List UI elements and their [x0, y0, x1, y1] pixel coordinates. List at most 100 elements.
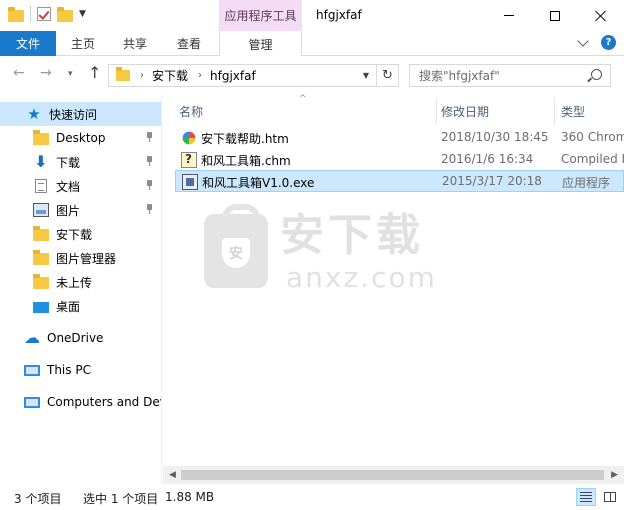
large-icons-view-icon: [604, 492, 616, 502]
maximize-button[interactable]: [532, 0, 578, 31]
column-header-type[interactable]: 类型: [561, 98, 585, 124]
back-arrow-icon[interactable]: ←: [13, 66, 25, 80]
breadcrumb-item[interactable]: hfgjxfaf: [210, 69, 256, 83]
breadcrumb-chevron-icon[interactable]: ›: [140, 70, 144, 81]
pin-icon[interactable]: [146, 132, 154, 142]
nav-item-label: This PC: [47, 363, 91, 377]
file-name: 和风工具箱.chm: [201, 154, 291, 168]
up-arrow-icon[interactable]: ↑: [88, 65, 101, 81]
tab-home[interactable]: 主页: [58, 31, 108, 56]
file-type: 应用程序: [562, 176, 611, 190]
refresh-icon[interactable]: ↻: [376, 65, 398, 86]
folder-icon: [116, 67, 130, 81]
tab-view[interactable]: 查看: [164, 31, 214, 56]
nav-item-desktop-cn[interactable]: 桌面: [0, 294, 161, 318]
details-view-button[interactable]: [576, 488, 596, 506]
folder-icon: [33, 226, 49, 241]
tab-manage[interactable]: 管理: [219, 31, 302, 57]
folder-icon[interactable]: [8, 6, 24, 22]
cloud-icon: ☁: [24, 328, 40, 347]
nav-item-picture-manager[interactable]: 图片管理器: [0, 246, 161, 270]
nav-network[interactable]: Computers and Dev: [0, 390, 162, 414]
toolbar-separator: [30, 6, 31, 22]
large-icons-view-button[interactable]: [600, 488, 620, 506]
tab-share[interactable]: 共享: [110, 31, 160, 56]
nav-quick-access[interactable]: ★ 快速访问: [0, 102, 161, 126]
column-divider[interactable]: [554, 98, 555, 124]
breadcrumb-item[interactable]: 安下载: [152, 67, 188, 84]
expand-ribbon-chevron-icon[interactable]: [577, 35, 589, 47]
navigation-pane: ★ 快速访问 Desktop ⬇ 下载 文档 图片 安下载 图片管理器 未上传 …: [0, 94, 162, 484]
file-list: ^ 名称 修改日期 类型 安下载帮助.htm 2018/10/30 18:45 …: [163, 94, 624, 484]
horizontal-scrollbar[interactable]: ◀ ▶: [163, 466, 624, 484]
nav-this-pc[interactable]: This PC: [0, 358, 161, 382]
nav-item-downloads[interactable]: ⬇ 下载: [0, 150, 161, 174]
address-bar[interactable]: › 安下载 › hfgjxfaf ▼ ↻: [108, 64, 399, 87]
scrollbar-thumb[interactable]: [181, 470, 604, 480]
minimize-button[interactable]: [486, 0, 532, 31]
item-count: 3 个项目: [14, 492, 62, 506]
details-view-icon: [580, 492, 592, 502]
close-icon: [595, 10, 607, 22]
nav-item-not-uploaded[interactable]: 未上传: [0, 270, 161, 294]
forward-arrow-icon[interactable]: →: [40, 66, 52, 80]
file-row[interactable]: 和风工具箱.chm 2016/1/6 16:34 Compiled I: [175, 149, 624, 171]
nav-item-label: 桌面: [56, 299, 81, 314]
nav-item-desktop[interactable]: Desktop: [0, 126, 161, 150]
sort-ascending-icon: ^: [299, 94, 307, 104]
quick-access-toolbar: ▼: [8, 6, 86, 22]
computer-icon: [24, 364, 40, 376]
download-icon: ⬇: [34, 152, 48, 171]
selected-size: 1.88 MB: [165, 490, 215, 504]
file-name: 和风工具箱V1.0.exe: [202, 176, 315, 190]
nav-item-anxiazai[interactable]: 安下载: [0, 222, 161, 246]
column-header-name[interactable]: 名称: [179, 98, 203, 124]
search-input[interactable]: [410, 68, 580, 83]
customize-toolbar-chevron-icon[interactable]: ▼: [79, 9, 86, 19]
star-icon: ★: [27, 105, 41, 123]
ribbon-controls: ?: [577, 35, 616, 50]
nav-item-label: 下载: [56, 155, 81, 170]
nav-item-pictures[interactable]: 图片: [0, 198, 161, 222]
folder-icon: [33, 274, 49, 289]
address-history-chevron-icon[interactable]: ▼: [356, 71, 376, 80]
nav-item-documents[interactable]: 文档: [0, 174, 161, 198]
nav-item-label: Computers and Dev: [47, 395, 162, 409]
file-date: 2016/1/6 16:34: [441, 152, 534, 166]
file-row[interactable]: 安下载帮助.htm 2018/10/30 18:45 360 Chrom: [175, 127, 624, 149]
recent-locations-chevron-icon[interactable]: ▾: [68, 70, 73, 79]
column-header-date[interactable]: 修改日期: [441, 98, 489, 124]
pin-icon[interactable]: [146, 204, 154, 214]
chm-file-icon: [181, 152, 197, 168]
ribbon-tabs: 文件 主页 共享 查看 管理 ?: [0, 31, 624, 57]
file-date: 2015/3/17 20:18: [442, 174, 542, 188]
file-date: 2018/10/30 18:45: [441, 130, 549, 144]
column-divider[interactable]: [436, 98, 437, 124]
new-folder-icon[interactable]: [57, 6, 73, 22]
folder-icon: [33, 250, 49, 265]
close-button[interactable]: [578, 0, 624, 31]
breadcrumb-chevron-icon[interactable]: ›: [198, 70, 202, 81]
properties-icon[interactable]: [37, 7, 51, 21]
nav-item-label: 快速访问: [49, 107, 98, 122]
nav-item-label: 图片管理器: [56, 251, 117, 266]
status-bar: 3 个项目 选中 1 个项目 1.88 MB: [0, 484, 624, 510]
scroll-left-icon[interactable]: ◀: [169, 470, 176, 480]
nav-onedrive[interactable]: ☁ OneDrive: [0, 326, 161, 350]
scroll-right-icon[interactable]: ▶: [611, 470, 618, 480]
search-box[interactable]: [409, 64, 611, 87]
file-row-selected[interactable]: 和风工具箱V1.0.exe 2015/3/17 20:18 应用程序: [175, 170, 624, 192]
tab-file[interactable]: 文件: [0, 31, 56, 56]
search-icon[interactable]: [591, 69, 602, 80]
file-type: 360 Chrom: [561, 130, 624, 144]
pictures-icon: [33, 203, 49, 217]
address-controls: ▼ ↻: [356, 65, 398, 86]
pin-icon[interactable]: [146, 180, 154, 190]
nav-item-label: 图片: [56, 203, 81, 218]
help-icon[interactable]: ?: [601, 35, 616, 50]
network-icon: [24, 396, 40, 408]
minimize-icon: [504, 15, 514, 16]
pin-icon[interactable]: [146, 156, 154, 166]
window-title: hfgjxfaf: [316, 8, 362, 22]
nav-item-label: Desktop: [56, 131, 106, 145]
